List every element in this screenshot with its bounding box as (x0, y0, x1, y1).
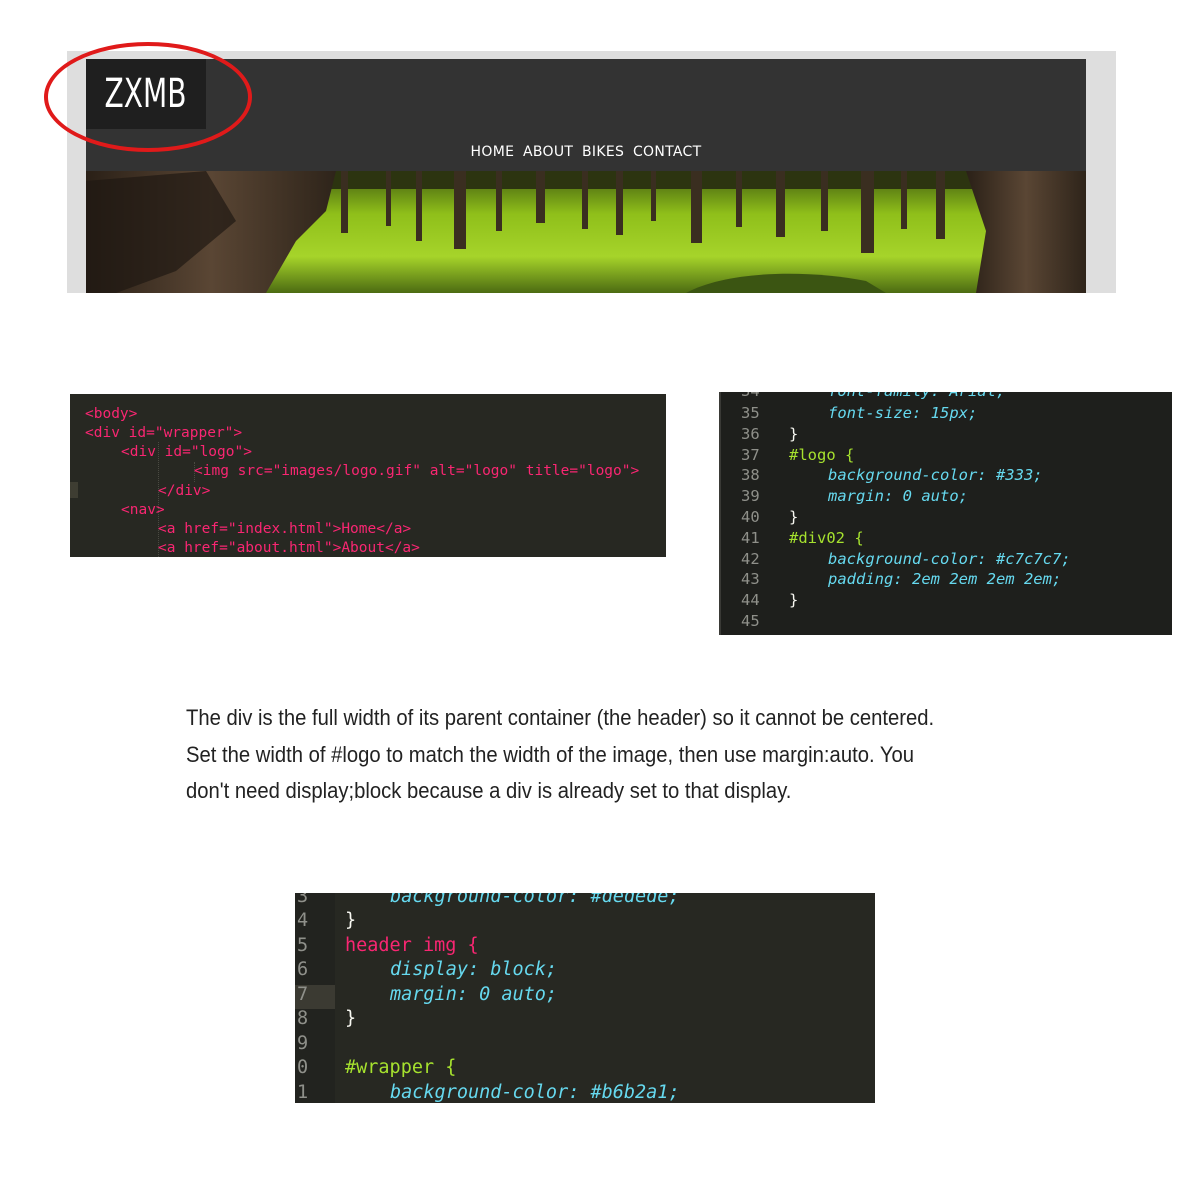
html-code-snippet: <body> <div id="wrapper"> <div id="logo"… (70, 394, 666, 557)
code-line: <img src="images/logo.gif" alt="logo" ti… (194, 463, 640, 479)
line-number: 43 (741, 570, 760, 588)
line-number: 36 (741, 425, 760, 443)
line-number: 7 (297, 984, 309, 1005)
code-line: display: block; (390, 959, 558, 980)
nav-link-home[interactable]: HOME (471, 144, 515, 160)
code-line: background-color: #c7c7c7; (828, 550, 1071, 568)
code-line: #wrapper { (345, 1057, 457, 1078)
nav-link-about[interactable]: ABOUT (523, 144, 573, 160)
explanation-text: The div is the full width of its parent … (186, 700, 1014, 810)
code-line: #logo { (789, 446, 855, 464)
line-number: 37 (741, 446, 760, 464)
code-line: } (789, 508, 799, 526)
line-number: 44 (741, 591, 760, 609)
line-number: 41 (741, 529, 760, 547)
css-code-snippet-logo: 34 35 36 37 38 39 40 41 42 43 44 45 font… (719, 392, 1172, 635)
code-line: margin: 0 auto; (390, 984, 558, 1005)
line-number: 38 (741, 466, 760, 484)
nav-link-contact[interactable]: CONTACT (633, 144, 702, 160)
line-number: 40 (741, 508, 760, 526)
css-code-snippet-header: 3 4 5 6 7 8 9 0 1 background-color: #ded… (295, 893, 875, 1103)
code-line: } (789, 425, 799, 443)
line-number: 39 (741, 487, 760, 505)
code-line: <div id="logo"> (121, 444, 252, 460)
line-number: 6 (297, 959, 309, 980)
code-line: background-color: #333; (828, 466, 1043, 484)
code-line: } (789, 591, 799, 609)
line-number: 9 (297, 1033, 309, 1054)
hero-forest-image (86, 171, 1086, 293)
code-line: } (345, 1008, 357, 1029)
logo-highlight-ellipse (44, 42, 252, 152)
nav-link-bikes[interactable]: BIKES (582, 144, 624, 160)
code-line: <nav> (121, 502, 165, 518)
code-line: <body> (85, 406, 138, 422)
code-line: <a href="index.html">Home</a> (158, 521, 412, 537)
code-line: </div> (158, 483, 211, 499)
code-line: <div id="wrapper"> (85, 425, 243, 441)
code-line: #div02 { (789, 529, 864, 547)
code-line: background-color: #dedede; (390, 893, 680, 907)
code-line: } (345, 910, 357, 931)
explanation-line: The div is the full width of its parent … (186, 705, 935, 730)
code-line: font-size: 15px; (828, 404, 978, 422)
line-number: 34 (741, 392, 760, 400)
line-number: 5 (297, 935, 309, 956)
line-number: 35 (741, 404, 760, 422)
line-number: 1 (297, 1082, 309, 1103)
code-line: margin: 0 auto; (828, 487, 968, 505)
line-number: 42 (741, 550, 760, 568)
line-number: 8 (297, 1008, 309, 1029)
code-line: padding: 2em 2em 2em 2em; (828, 570, 1062, 588)
line-number: 3 (297, 893, 309, 907)
explanation-line: don't need display;block because a div i… (186, 778, 792, 803)
line-number: 45 (741, 612, 760, 630)
forest-illustration (86, 171, 1086, 293)
line-number: 4 (297, 910, 309, 931)
code-line: background-color: #b6b2a1; (390, 1082, 680, 1103)
code-line: header img { (345, 935, 479, 956)
line-number: 0 (297, 1057, 309, 1078)
code-line: <a href="about.html">About</a> (158, 540, 420, 556)
site-nav: HOME ABOUT BIKES CONTACT (86, 144, 1086, 160)
explanation-line: Set the width of #logo to match the widt… (186, 741, 914, 767)
gutter-marker (70, 482, 78, 498)
code-line: font-family: Arial; (828, 392, 1005, 400)
